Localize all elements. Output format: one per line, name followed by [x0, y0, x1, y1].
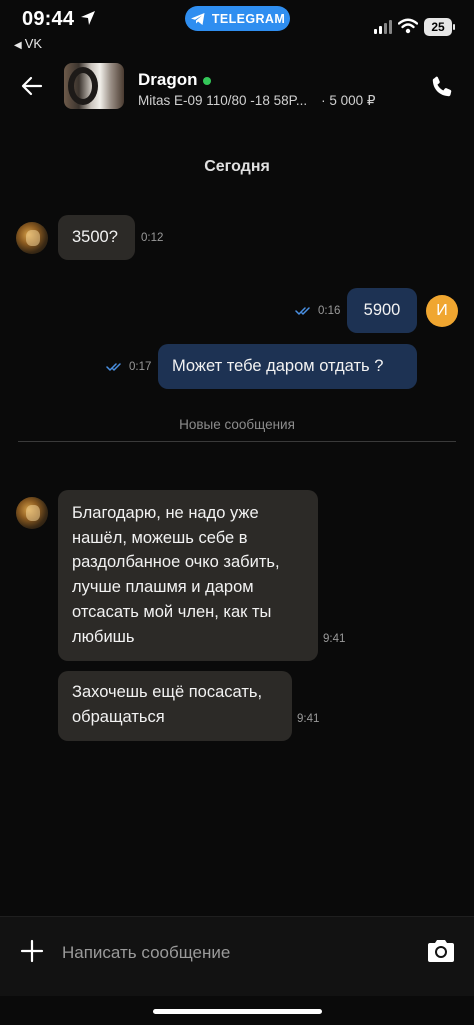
date-separator: Сегодня	[204, 158, 270, 175]
message-time: 0:16	[318, 305, 341, 317]
message-bubble-outgoing[interactable]: 5900	[347, 288, 417, 333]
message-time: 0:17	[129, 361, 152, 373]
camera-icon[interactable]	[426, 939, 456, 963]
back-app-label: VK	[24, 36, 43, 51]
double-check-icon	[106, 363, 121, 371]
my-avatar[interactable]: И	[426, 295, 458, 327]
new-messages-label: Новые сообщения	[179, 417, 295, 432]
battery-icon: 25	[424, 18, 455, 36]
message-status: 0:17	[106, 361, 151, 373]
message-composer: Написать сообщение	[0, 916, 474, 996]
message-text: 3500?	[72, 228, 118, 247]
telegram-pill-label: TELEGRAM	[211, 11, 286, 26]
message-line: Благодарю, не надо уже	[72, 504, 259, 522]
message-bubble-outgoing[interactable]: Может тебе даром отдать ?	[158, 344, 417, 389]
phone-icon[interactable]	[429, 74, 455, 100]
double-check-icon	[295, 307, 310, 315]
message-line: отсасать мой член, как ты	[72, 602, 272, 621]
plus-icon[interactable]	[20, 939, 44, 963]
telegram-icon	[190, 12, 205, 25]
message-line: раздолбанное очко забить,	[72, 553, 280, 572]
listing-thumbnail[interactable]	[64, 63, 124, 109]
message-text: 5900	[363, 301, 401, 319]
contact-avatar[interactable]	[16, 222, 48, 254]
telegram-pill[interactable]: TELEGRAM	[185, 6, 290, 31]
listing-title: Mitas E-09 110/80 -18 58P...	[138, 93, 308, 108]
message-status: 0:16	[295, 305, 340, 317]
message-bubble-incoming[interactable]: Захочешь ещё посасать, обращаться	[58, 671, 292, 741]
message-line: нашёл, можешь себе в	[72, 528, 248, 547]
message-line: обращаться	[72, 707, 165, 726]
back-to-app[interactable]: ◀ VK	[14, 36, 42, 51]
message-time: 9:41	[323, 633, 346, 645]
listing-subtitle[interactable]: Mitas E-09 110/80 -18 58P... · 5 000 ₽	[138, 93, 375, 109]
contact-avatar[interactable]	[16, 497, 48, 529]
contact-name[interactable]: Dragon	[138, 70, 198, 90]
message-bubble-incoming[interactable]: 3500?	[58, 215, 135, 260]
message-line: лучше плашмя и даром	[72, 578, 254, 597]
new-messages-divider	[18, 441, 456, 442]
message-time: 9:41	[297, 713, 320, 725]
location-arrow-icon	[81, 11, 95, 25]
signal-icon	[374, 18, 392, 34]
message-time: 0:12	[141, 232, 164, 244]
online-indicator	[203, 77, 211, 85]
message-line: любишь	[72, 627, 135, 646]
home-indicator	[153, 1009, 322, 1014]
message-line: Захочешь ещё посасать,	[72, 683, 263, 701]
listing-price: · 5 000 ₽	[321, 93, 376, 108]
wifi-icon	[398, 18, 418, 34]
back-arrow-icon[interactable]	[20, 74, 44, 98]
status-time: 09:44	[22, 8, 75, 30]
message-bubble-incoming[interactable]: Благодарю, не надо уже нашёл, можешь себ…	[58, 490, 318, 661]
message-input[interactable]: Написать сообщение	[62, 943, 230, 963]
status-bar: 09:44 ◀ VK TELEGRAM 25	[0, 0, 474, 58]
chat-header: Dragon Mitas E-09 110/80 -18 58P... · 5 0…	[0, 58, 474, 120]
message-text: Может тебе даром отдать ?	[172, 357, 384, 375]
